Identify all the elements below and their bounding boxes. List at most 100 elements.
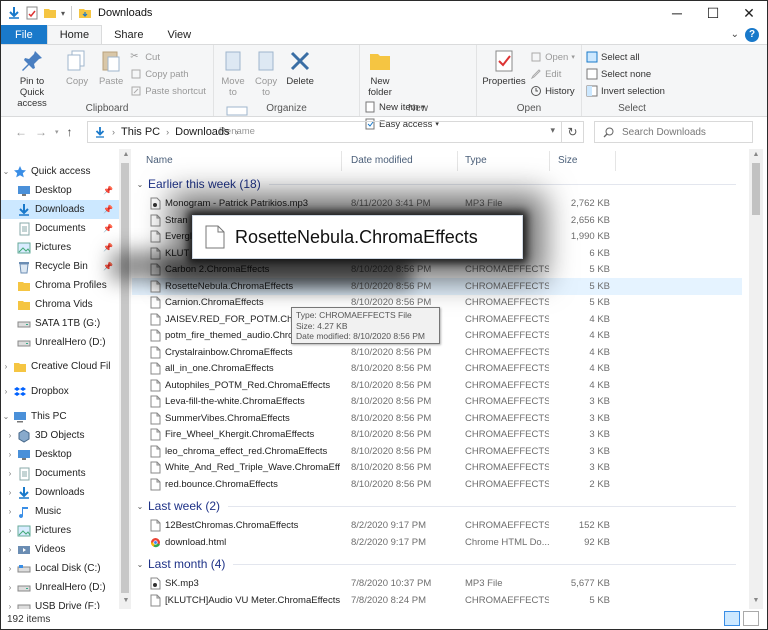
breadcrumb-downloads[interactable]: Downloads (175, 126, 229, 138)
copy-button[interactable]: Copy (62, 48, 92, 87)
file-list-scrollbar[interactable]: ▲ ▼ (749, 149, 763, 609)
copy-to-button[interactable]: Copy to (251, 48, 281, 98)
table-row[interactable]: White_And_Red_Triple_Wave.ChromaEffe... 8… (132, 459, 742, 476)
details-view-button[interactable] (724, 611, 740, 626)
nav-item-videos[interactable]: › Videos (1, 540, 119, 559)
table-row[interactable]: Leva-fill-the-white.ChromaEffects 8/10/20… (132, 393, 742, 410)
table-row[interactable]: Crystalrainbow.ChromaEffects 8/10/2020 8:… (132, 344, 742, 361)
table-row[interactable]: [KLUTCH]Audio VU Meter.ChromaEffects 7/8/… (132, 592, 742, 609)
breadcrumb-this-pc[interactable]: This PC (121, 126, 160, 138)
column-header-name[interactable]: Name (146, 149, 173, 171)
select-none-button[interactable]: Select none (586, 66, 665, 82)
nav-item-quick-access[interactable]: ⌄ Quick access (1, 162, 119, 181)
paste-shortcut-button[interactable]: Paste shortcut (130, 83, 206, 99)
table-row[interactable]: 12BestChromas.ChromaEffects 8/2/2020 9:17… (132, 517, 742, 534)
copy-path-button[interactable]: Copy path (130, 66, 206, 82)
tab-file[interactable]: File (1, 25, 47, 44)
nav-item-desktop[interactable]: Desktop 📌 (1, 181, 119, 200)
pin-icon[interactable]: 📌 (103, 205, 113, 214)
nav-item-pictures[interactable]: Pictures 📌 (1, 238, 119, 257)
pin-icon[interactable]: 📌 (103, 186, 113, 195)
nav-item-pc-downloads[interactable]: › Downloads (1, 483, 119, 502)
edit-button[interactable]: Edit (530, 66, 575, 82)
address-bar[interactable]: › This PC › Downloads › ▾ ↻ (87, 121, 584, 143)
minimize-button[interactable]: ─ (659, 1, 695, 25)
table-row[interactable]: leo_chroma_effect_red.ChromaEffects 8/10/… (132, 443, 742, 460)
chevron-right-icon[interactable]: › (5, 507, 15, 516)
chevron-right-icon[interactable]: › (1, 387, 11, 396)
chevron-down-icon[interactable]: ⌄ (1, 167, 11, 176)
chevron-down-icon[interactable]: ⌄ (1, 412, 11, 421)
address-history-icon[interactable]: ▾ (550, 125, 555, 136)
close-button[interactable]: ✕ (731, 1, 767, 25)
chevron-right-icon[interactable]: › (5, 450, 15, 459)
invert-selection-button[interactable]: Invert selection (586, 83, 665, 99)
group-earlier-this-week[interactable]: ⌄ Earlier this week (18) (132, 174, 742, 194)
table-row[interactable]: SK.mp3 7/8/2020 10:37 PM MP3 File 5,677 KB (132, 575, 742, 592)
up-arrow-icon[interactable]: ↑ (67, 125, 73, 139)
large-icons-view-button[interactable] (743, 611, 759, 626)
expand-ribbon-icon[interactable]: ⌄ (731, 29, 739, 40)
nav-item-recycle-bin[interactable]: Recycle Bin 📌 (1, 257, 119, 276)
chevron-right-icon[interactable]: › (5, 469, 15, 478)
nav-item-pc-unrealhero[interactable]: › UnrealHero (D:) (1, 578, 119, 597)
column-header-date[interactable]: Date modified (351, 149, 413, 171)
nav-scrollbar-thumb[interactable] (121, 163, 129, 593)
history-button[interactable]: History (530, 83, 575, 99)
nav-item-pc-pictures[interactable]: › Pictures (1, 521, 119, 540)
chevron-right-icon[interactable]: › (5, 602, 15, 609)
tab-home[interactable]: Home (46, 25, 103, 44)
scroll-down-icon[interactable]: ▼ (119, 597, 133, 604)
nav-item-creative-cloud[interactable]: › Creative Cloud Fil (1, 357, 119, 376)
pin-quick-access-button[interactable]: Pin to Quick access (5, 48, 59, 109)
file-list-scrollbar-thumb[interactable] (752, 163, 760, 215)
chevron-down-icon[interactable]: ⌄ (132, 502, 148, 511)
chevron-down-icon[interactable]: ⌄ (132, 560, 148, 569)
move-to-button[interactable]: Move to (218, 48, 248, 98)
properties-icon[interactable] (25, 6, 39, 20)
scroll-up-icon[interactable]: ▲ (749, 151, 763, 158)
chevron-right-icon[interactable]: › (5, 545, 15, 554)
table-row[interactable]: download.html 8/2/2020 9:17 PM Chrome HTML… (132, 534, 742, 551)
pin-icon[interactable]: 📌 (103, 224, 113, 233)
scroll-down-icon[interactable]: ▼ (749, 597, 763, 604)
chevron-right-icon[interactable]: › (5, 488, 15, 497)
download-arrow-icon[interactable] (7, 6, 21, 20)
search-box[interactable]: Search Downloads (594, 121, 753, 143)
column-header-size[interactable]: Size (558, 149, 577, 171)
table-row[interactable]: SummerVibes.ChromaEffects 8/10/2020 8:56 … (132, 410, 742, 427)
group-last-week[interactable]: ⌄ Last week (2) (132, 496, 742, 516)
recent-locations-icon[interactable]: ▾ (55, 128, 59, 136)
table-row[interactable]: all_in_one.ChromaEffects 8/10/2020 8:56 P… (132, 360, 742, 377)
nav-item-usb-drive[interactable]: › USB Drive (F:) (1, 597, 119, 609)
properties-button[interactable]: Properties (481, 48, 527, 87)
scroll-up-icon[interactable]: ▲ (119, 151, 133, 158)
open-button[interactable]: Open ▾ (530, 49, 575, 65)
table-row[interactable]: Autophiles_POTM_Red.ChromaEffects 8/10/20… (132, 377, 742, 394)
maximize-button[interactable]: ☐ (695, 1, 731, 25)
select-all-button[interactable]: Select all (586, 49, 665, 65)
nav-item-pc-documents[interactable]: › Documents (1, 464, 119, 483)
delete-button[interactable]: Delete (284, 48, 316, 87)
nav-item-local-disk[interactable]: › Local Disk (C:) (1, 559, 119, 578)
new-folder-icon[interactable] (43, 6, 57, 20)
forward-arrow-icon[interactable]: → (35, 125, 47, 139)
nav-item-dropbox[interactable]: › Dropbox (1, 382, 119, 401)
cut-button[interactable]: ✂ Cut (130, 49, 206, 65)
help-icon[interactable]: ? (745, 27, 759, 42)
tab-view[interactable]: View (155, 25, 203, 44)
refresh-icon[interactable]: ↻ (561, 122, 583, 142)
nav-item-3d-objects[interactable]: › 3D Objects (1, 426, 119, 445)
nav-item-chroma-vids[interactable]: Chroma Vids (1, 295, 119, 314)
customize-toolbar-icon[interactable]: ▾ (61, 9, 65, 18)
nav-item-documents[interactable]: Documents 📌 (1, 219, 119, 238)
paste-button[interactable]: Paste (95, 48, 127, 87)
nav-item-chroma-profiles[interactable]: Chroma Profiles (1, 276, 119, 295)
nav-scrollbar[interactable]: ▲ ▼ (119, 149, 131, 609)
chevron-right-icon[interactable]: › (5, 431, 15, 440)
chevron-right-icon[interactable]: › (1, 362, 11, 371)
column-header-type[interactable]: Type (465, 149, 487, 171)
nav-item-this-pc[interactable]: ⌄ This PC (1, 407, 119, 426)
group-last-month[interactable]: ⌄ Last month (4) (132, 554, 742, 574)
nav-item-music[interactable]: › Music (1, 502, 119, 521)
